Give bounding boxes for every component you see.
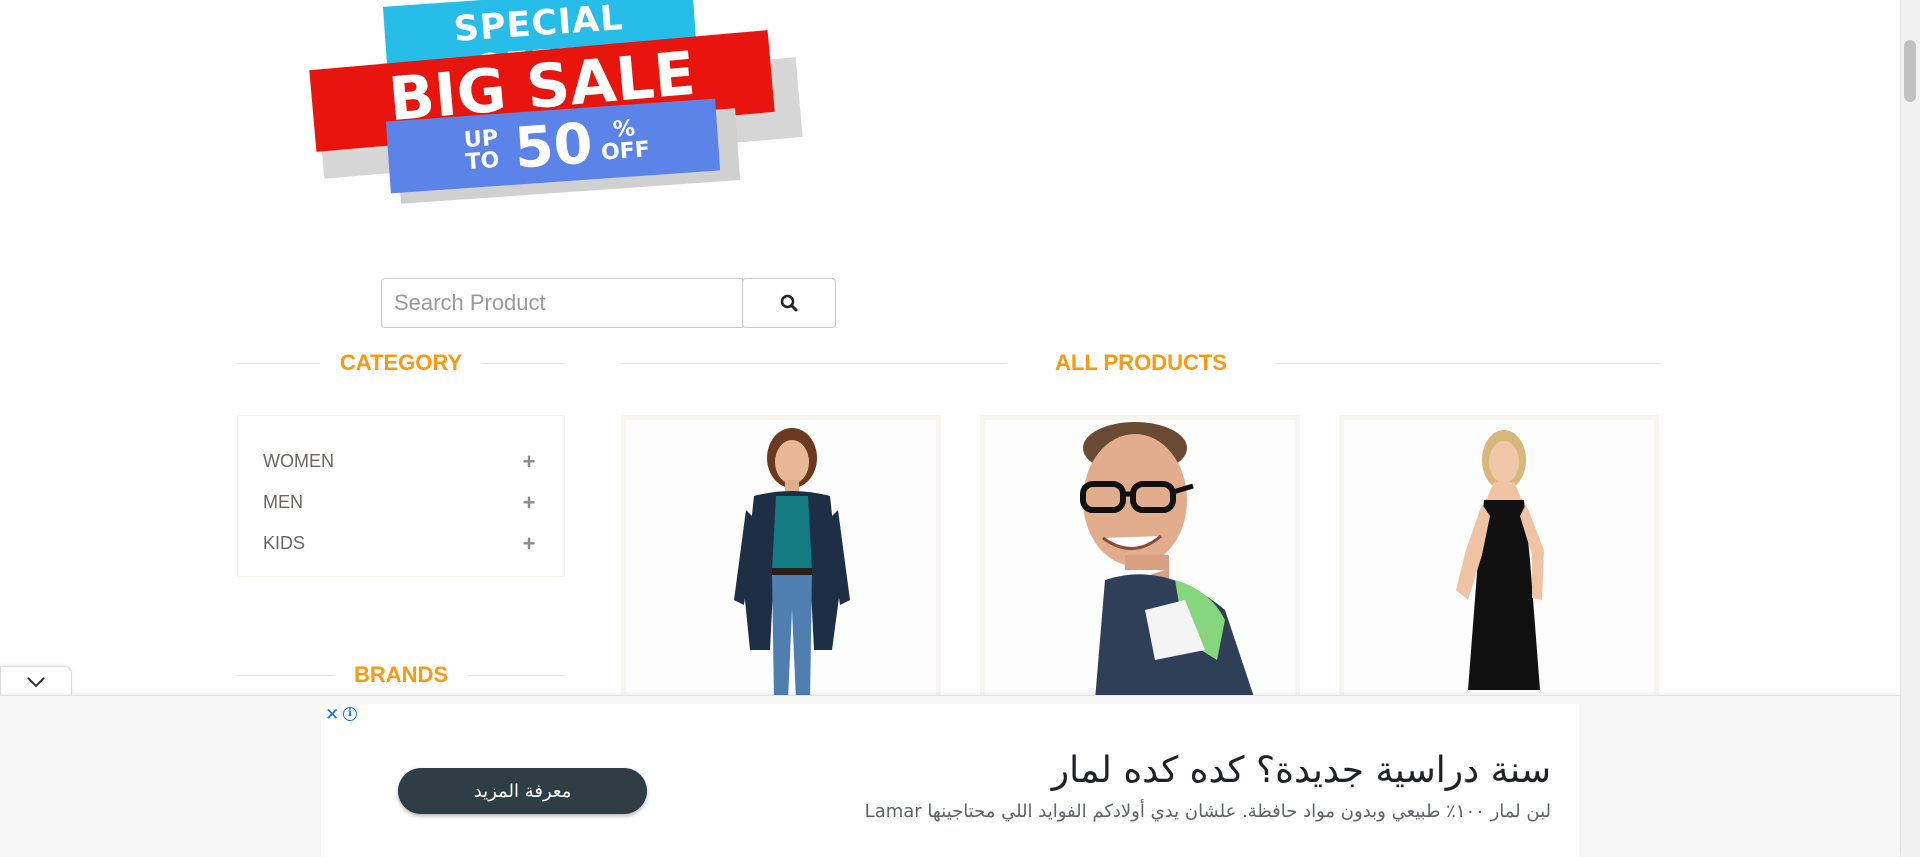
category-label: KIDS <box>263 533 306 553</box>
product-card[interactable] <box>621 415 941 705</box>
category-item-men[interactable]: MEN + <box>263 482 539 523</box>
search-icon <box>780 294 798 312</box>
all-products-title: ALL PRODUCTS <box>1055 350 1227 375</box>
category-item-women[interactable]: WOMEN + <box>263 441 539 482</box>
scrollbar[interactable] <box>1900 0 1920 857</box>
banner-percent: 50 <box>512 110 595 182</box>
close-icon[interactable]: ✕ <box>325 706 339 724</box>
sale-banner[interactable]: SPECIAL OFFER BIG SALE UP TO 50 % OFF <box>300 0 803 204</box>
search-form <box>381 278 837 328</box>
heading-rule <box>621 362 1008 364</box>
ad-learn-more-button[interactable]: معرفة المزيد <box>398 768 647 814</box>
all-products-heading: ALL PRODUCTS <box>621 350 1661 376</box>
heading-rule <box>468 674 565 676</box>
heading-rule <box>237 674 334 676</box>
category-title: CATEGORY <box>339 350 463 375</box>
heading-rule <box>1274 362 1661 364</box>
category-label: MEN <box>263 492 303 512</box>
search-button[interactable] <box>742 278 836 328</box>
product-image[interactable] <box>626 420 936 700</box>
product-card[interactable] <box>1339 415 1659 705</box>
ad-collapse-button[interactable] <box>0 666 72 696</box>
category-item-kids[interactable]: KIDS + <box>263 523 539 564</box>
product-card[interactable] <box>980 415 1300 705</box>
search-input[interactable] <box>381 278 743 328</box>
chevron-down-icon <box>27 676 45 687</box>
ad-title[interactable]: سنة دراسية جديدة؟ كده كده لمار <box>1052 750 1551 791</box>
heading-rule <box>237 362 320 364</box>
product-image[interactable] <box>1344 420 1654 700</box>
product-image[interactable] <box>985 420 1295 700</box>
plus-icon[interactable]: + <box>519 490 539 516</box>
banner-up-to: UP TO <box>463 125 501 176</box>
page: SPECIAL OFFER BIG SALE UP TO 50 % OFF CA… <box>0 0 1920 857</box>
brands-title: BRANDS <box>353 662 449 687</box>
ad-content[interactable]: ✕ i معرفة المزيد سنة دراسية جديدة؟ كده ك… <box>321 704 1579 857</box>
info-icon[interactable]: i <box>343 707 357 721</box>
plus-icon[interactable]: + <box>519 531 539 557</box>
heading-rule <box>482 362 566 364</box>
category-label: WOMEN <box>263 451 334 471</box>
brands-heading: BRANDS <box>237 662 565 688</box>
ad-bar: ✕ i معرفة المزيد سنة دراسية جديدة؟ كده ك… <box>0 695 1900 857</box>
plus-icon[interactable]: + <box>519 449 539 475</box>
banner-off: OFF <box>600 137 651 166</box>
category-heading: CATEGORY <box>237 350 566 376</box>
scroll-thumb[interactable] <box>1904 40 1916 102</box>
category-panel: WOMEN + MEN + KIDS + <box>237 415 565 577</box>
ad-description[interactable]: لبن لمار ١٠٠٪ طبيعي وبدون مواد حافظة. عل… <box>865 801 1551 822</box>
